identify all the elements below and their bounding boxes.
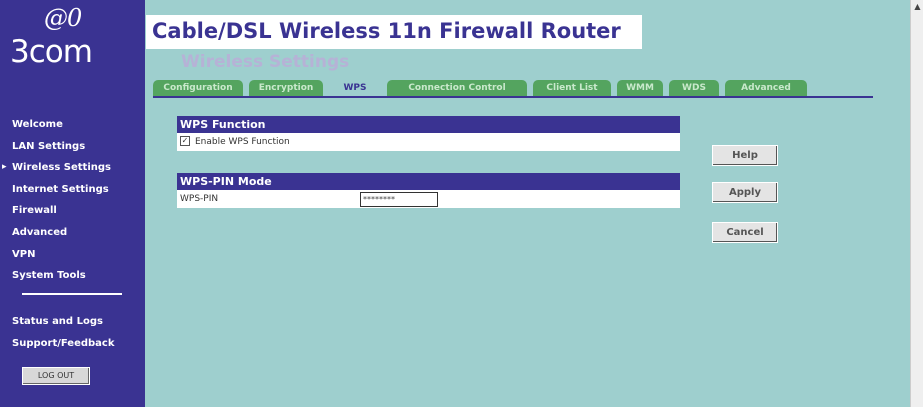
wps-pin-row: WPS-PIN ******** <box>177 190 680 208</box>
brand-logo: 3com <box>10 34 93 70</box>
tab-wmm[interactable]: WMM <box>617 80 663 97</box>
sidebar-item-internet-settings[interactable]: Internet Settings <box>0 179 145 201</box>
help-button[interactable]: Help <box>712 145 778 166</box>
sidebar-item-wireless-settings[interactable]: Wireless Settings <box>0 157 145 179</box>
enable-wps-row: ✓ Enable WPS Function <box>177 133 680 151</box>
tab-configuration[interactable]: Configuration <box>153 80 243 97</box>
wps-pin-input[interactable]: ******** <box>360 192 438 207</box>
tab-client-list[interactable]: Client List <box>533 80 611 97</box>
sidebar-secondary-nav: Status and Logs Support/Feedback <box>0 311 145 355</box>
sidebar-item-support-feedback[interactable]: Support/Feedback <box>0 333 145 355</box>
sidebar-item-welcome[interactable]: Welcome <box>0 114 145 136</box>
tab-encryption[interactable]: Encryption <box>249 80 323 97</box>
sidebar-nav: Welcome LAN Settings Wireless Settings I… <box>0 114 145 287</box>
sidebar-item-lan-settings[interactable]: LAN Settings <box>0 136 145 158</box>
wps-pin-header: WPS-PIN Mode <box>177 173 680 190</box>
sidebar-item-firewall[interactable]: Firewall <box>0 200 145 222</box>
wps-function-section: WPS Function ✓ Enable WPS Function <box>177 116 680 151</box>
wps-pin-label: WPS-PIN <box>180 194 219 204</box>
cancel-button[interactable]: Cancel <box>712 222 778 243</box>
tab-wps[interactable]: WPS <box>329 80 381 97</box>
tab-wds[interactable]: WDS <box>669 80 719 97</box>
scroll-up-icon[interactable]: ▲ <box>911 0 923 14</box>
wps-function-header: WPS Function <box>177 116 680 133</box>
enable-wps-checkbox[interactable]: ✓ <box>180 135 190 146</box>
main-content: Cable/DSL Wireless 11n Firewall Router W… <box>145 0 910 407</box>
tab-connection-control[interactable]: Connection Control <box>387 80 527 97</box>
tab-underline <box>153 96 873 98</box>
enable-wps-label: Enable WPS Function <box>195 137 290 147</box>
logo-mark-icon: @0 <box>44 4 82 32</box>
sidebar-item-status-and-logs[interactable]: Status and Logs <box>0 311 145 333</box>
sidebar-item-advanced[interactable]: Advanced <box>0 222 145 244</box>
logout-button[interactable]: LOG OUT <box>22 367 90 385</box>
sidebar-item-vpn[interactable]: VPN <box>0 244 145 266</box>
title-box: Cable/DSL Wireless 11n Firewall Router <box>146 15 642 49</box>
vertical-scrollbar[interactable]: ▲ <box>910 0 923 407</box>
page-title: Cable/DSL Wireless 11n Firewall Router <box>152 19 621 43</box>
wps-pin-section: WPS-PIN Mode WPS-PIN ******** <box>177 173 680 208</box>
sidebar-item-system-tools[interactable]: System Tools <box>0 265 145 287</box>
tab-advanced[interactable]: Advanced <box>725 80 807 97</box>
page-subtitle: Wireless Settings <box>181 52 350 72</box>
sidebar: @0 3com Welcome LAN Settings Wireless Se… <box>0 0 145 407</box>
apply-button[interactable]: Apply <box>712 182 778 203</box>
sidebar-divider <box>22 293 122 295</box>
